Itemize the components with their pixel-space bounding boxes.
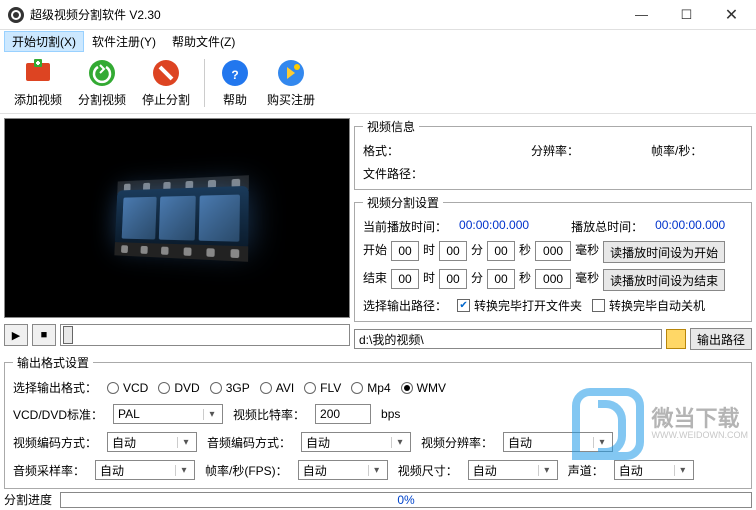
- vcd-dvd-standard-select[interactable]: PAL: [113, 404, 223, 424]
- resolution-label: 分辨率：: [531, 142, 579, 159]
- channel-label: 声道：: [568, 462, 604, 479]
- video-encoder-select[interactable]: 自动: [107, 432, 197, 452]
- video-info-group: 视频信息 格式： 分辨率： 帧率/秒： 文件路径：: [354, 118, 752, 190]
- app-icon: [8, 7, 24, 23]
- end-min-input[interactable]: [439, 269, 467, 289]
- add-video-icon: [22, 57, 54, 89]
- channel-select[interactable]: 自动: [614, 460, 694, 480]
- toolbar-separator: [204, 59, 205, 107]
- fps-select[interactable]: 自动: [298, 460, 388, 480]
- window-title: 超级视频分割软件 V2.30: [30, 6, 619, 23]
- auto-shutdown-checkbox[interactable]: [592, 299, 605, 312]
- auto-shutdown-label: 转换完毕自动关机: [609, 297, 705, 314]
- buy-register-button[interactable]: 购买注册: [261, 55, 321, 110]
- fps-setting-label: 帧率/秒(FPS)：: [205, 462, 288, 479]
- end-ms-input[interactable]: [535, 269, 571, 289]
- format-wmv-radio[interactable]: [401, 382, 413, 394]
- seek-thumb[interactable]: [63, 326, 73, 344]
- format-3gp-radio[interactable]: [210, 382, 222, 394]
- help-icon: ?: [219, 57, 251, 89]
- current-time-label: 当前播放时间：: [363, 218, 447, 235]
- video-bitrate-label: 视频比特率：: [233, 406, 305, 423]
- end-label: 结束: [363, 269, 387, 291]
- play-button[interactable]: ▶: [4, 324, 28, 346]
- close-button[interactable]: ✕: [709, 1, 754, 29]
- svg-text:?: ?: [231, 68, 238, 82]
- audio-encoder-label: 音频编码方式：: [207, 434, 291, 451]
- select-format-label: 选择输出格式：: [13, 379, 97, 396]
- add-video-button[interactable]: 添加视频: [8, 55, 68, 110]
- video-size-label: 视频尺寸：: [398, 462, 458, 479]
- total-time-label: 播放总时间：: [571, 218, 643, 235]
- output-format-legend: 输出格式设置: [13, 354, 93, 371]
- stop-split-label: 停止分割: [142, 91, 190, 108]
- split-video-label: 分割视频: [78, 91, 126, 108]
- split-video-icon: [86, 57, 118, 89]
- current-time-value: 00:00:00.000: [459, 218, 529, 235]
- start-label: 开始: [363, 241, 387, 263]
- stop-button[interactable]: ■: [32, 324, 56, 346]
- audio-samplerate-label: 音频采样率：: [13, 462, 85, 479]
- menu-register[interactable]: 软件注册(Y): [84, 31, 164, 52]
- film-placeholder-icon: [114, 165, 249, 273]
- set-end-from-playtime-button[interactable]: 读播放时间设为结束: [603, 269, 725, 291]
- seek-slider[interactable]: [60, 324, 350, 346]
- stop-split-icon: [150, 57, 182, 89]
- menu-start-cut[interactable]: 开始切割(X): [4, 31, 84, 52]
- progress-label: 分割进度: [4, 491, 52, 508]
- video-info-legend: 视频信息: [363, 118, 419, 135]
- progress-value: 0%: [397, 493, 414, 507]
- video-preview: [4, 118, 350, 318]
- stop-split-button[interactable]: 停止分割: [136, 55, 196, 110]
- split-video-button[interactable]: 分割视频: [72, 55, 132, 110]
- buy-register-label: 购买注册: [267, 91, 315, 108]
- progress-bar: 0%: [60, 492, 752, 508]
- output-path-label: 选择输出路径：: [363, 297, 447, 314]
- output-path-button[interactable]: 输出路径: [690, 328, 752, 350]
- minimize-button[interactable]: —: [619, 1, 664, 29]
- total-time-value: 00:00:00.000: [655, 218, 725, 235]
- add-video-label: 添加视频: [14, 91, 62, 108]
- maximize-button[interactable]: ☐: [664, 1, 709, 29]
- set-start-from-playtime-button[interactable]: 读播放时间设为开始: [603, 241, 725, 263]
- help-button[interactable]: ? 帮助: [213, 55, 257, 110]
- end-sec-input[interactable]: [487, 269, 515, 289]
- format-label: 格式：: [363, 142, 399, 159]
- audio-samplerate-select[interactable]: 自动: [95, 460, 195, 480]
- open-folder-label: 转换完毕打开文件夹: [474, 297, 582, 314]
- video-resolution-label: 视频分辨率：: [421, 434, 493, 451]
- format-mp4-radio[interactable]: [351, 382, 363, 394]
- video-size-select[interactable]: 自动: [468, 460, 558, 480]
- format-vcd-radio[interactable]: [107, 382, 119, 394]
- split-settings-group: 视频分割设置 当前播放时间： 00:00:00.000 播放总时间： 00:00…: [354, 194, 752, 322]
- format-dvd-radio[interactable]: [158, 382, 170, 394]
- output-path-input[interactable]: d:\我的视频\: [354, 329, 662, 349]
- buy-register-icon: [275, 57, 307, 89]
- video-encoder-label: 视频编码方式：: [13, 434, 97, 451]
- format-flv-radio[interactable]: [304, 382, 316, 394]
- open-folder-checkbox[interactable]: ✔: [457, 299, 470, 312]
- output-format-group: 输出格式设置 选择输出格式： VCD DVD 3GP AVI FLV Mp4 W…: [4, 354, 752, 489]
- format-avi-radio[interactable]: [260, 382, 272, 394]
- folder-icon[interactable]: [666, 329, 686, 349]
- vcd-dvd-standard-label: VCD/DVD标准：: [13, 406, 103, 423]
- bitrate-unit: bps: [381, 407, 400, 421]
- start-ms-input[interactable]: [535, 241, 571, 261]
- start-min-input[interactable]: [439, 241, 467, 261]
- audio-encoder-select[interactable]: 自动: [301, 432, 411, 452]
- filepath-label: 文件路径：: [363, 165, 423, 182]
- start-hour-input[interactable]: [391, 241, 419, 261]
- end-hour-input[interactable]: [391, 269, 419, 289]
- fps-label: 帧率/秒：: [651, 142, 702, 159]
- start-sec-input[interactable]: [487, 241, 515, 261]
- video-bitrate-input[interactable]: [315, 404, 371, 424]
- help-label: 帮助: [223, 91, 247, 108]
- menu-help[interactable]: 帮助文件(Z): [164, 31, 243, 52]
- split-settings-legend: 视频分割设置: [363, 194, 443, 211]
- video-resolution-select[interactable]: 自动: [503, 432, 613, 452]
